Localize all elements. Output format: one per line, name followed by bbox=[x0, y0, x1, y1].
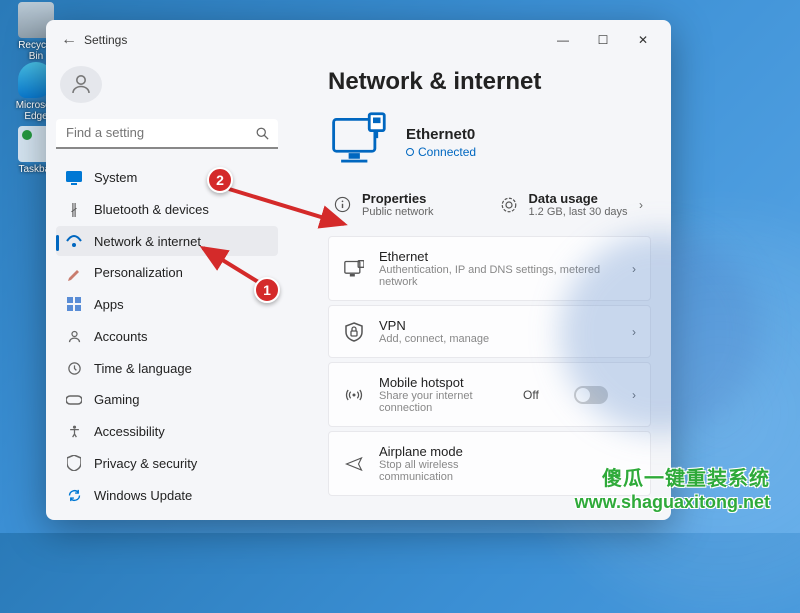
properties-sub: Public network bbox=[362, 206, 481, 218]
sidebar-item-privacy[interactable]: Privacy & security bbox=[56, 449, 278, 479]
close-button[interactable]: ✕ bbox=[623, 33, 663, 47]
person-icon bbox=[69, 72, 93, 96]
search-input[interactable] bbox=[56, 119, 278, 149]
privacy-icon bbox=[66, 455, 82, 471]
sidebar-item-update[interactable]: Windows Update bbox=[56, 480, 278, 510]
sidebar-item-label: Personalization bbox=[94, 265, 183, 280]
card-title: Mobile hotspot bbox=[379, 375, 509, 390]
sidebar-item-accessibility[interactable]: Accessibility bbox=[56, 417, 278, 447]
watermark-text-2: www.shaguaxitong.net bbox=[575, 492, 770, 513]
properties-title: Properties bbox=[362, 191, 481, 206]
sidebar-item-label: System bbox=[94, 170, 137, 185]
connection-name: Ethernet0 bbox=[406, 126, 476, 143]
titlebar: ← Settings — ☐ ✕ bbox=[46, 20, 671, 60]
maximize-button[interactable]: ☐ bbox=[583, 33, 623, 47]
search-icon bbox=[255, 126, 270, 146]
chevron-right-icon: › bbox=[639, 198, 647, 212]
annotation-badge-1: 1 bbox=[254, 277, 280, 303]
chevron-right-icon: › bbox=[632, 325, 636, 339]
card-ethernet[interactable]: Ethernet Authentication, IP and DNS sett… bbox=[328, 236, 651, 301]
sidebar-item-label: Network & internet bbox=[94, 234, 201, 249]
apps-icon bbox=[66, 297, 82, 313]
sidebar-item-label: Accessibility bbox=[94, 424, 165, 439]
update-icon bbox=[66, 487, 82, 503]
back-button[interactable]: ← bbox=[54, 31, 84, 49]
network-icon bbox=[66, 233, 82, 249]
sidebar-item-label: Accounts bbox=[94, 329, 147, 344]
accessibility-icon bbox=[66, 424, 82, 440]
usage-sub: 1.2 GB, last 30 days bbox=[529, 206, 630, 218]
connection-status: Connected bbox=[406, 145, 476, 159]
bluetooth-icon: ∦ bbox=[66, 201, 82, 217]
data-usage-icon bbox=[499, 196, 519, 214]
hotspot-icon bbox=[343, 386, 365, 404]
card-title: VPN bbox=[379, 318, 618, 333]
chevron-right-icon: › bbox=[632, 262, 636, 276]
sidebar-item-label: Apps bbox=[94, 297, 124, 312]
sidebar-item-label: Privacy & security bbox=[94, 456, 197, 471]
annotation-arrow-2 bbox=[224, 179, 364, 239]
card-title: Ethernet bbox=[379, 249, 618, 264]
sidebar-item-gaming[interactable]: Gaming bbox=[56, 385, 278, 415]
sidebar-item-time[interactable]: Time & language bbox=[56, 353, 278, 383]
card-sub: Stop all wireless communication bbox=[379, 459, 509, 483]
sidebar-item-label: Windows Update bbox=[94, 488, 192, 503]
usage-title: Data usage bbox=[529, 191, 630, 206]
avatar[interactable] bbox=[60, 66, 102, 103]
sidebar-item-label: Bluetooth & devices bbox=[94, 202, 209, 217]
vpn-icon bbox=[343, 322, 365, 342]
card-title: Airplane mode bbox=[379, 444, 509, 459]
window-title: Settings bbox=[84, 33, 127, 47]
connection-card: Ethernet0 Connected bbox=[328, 110, 651, 175]
card-vpn[interactable]: VPN Add, connect, manage › bbox=[328, 305, 651, 358]
time-icon bbox=[66, 360, 82, 376]
sidebar-item-label: Time & language bbox=[94, 361, 192, 376]
card-sub: Add, connect, manage bbox=[379, 333, 618, 345]
hotspot-toggle[interactable] bbox=[574, 386, 608, 404]
personalization-icon bbox=[66, 265, 82, 281]
ethernet-monitor-icon bbox=[328, 110, 388, 175]
card-sub: Authentication, IP and DNS settings, met… bbox=[379, 264, 618, 288]
status-dot-icon bbox=[406, 148, 414, 156]
minimize-button[interactable]: — bbox=[543, 33, 583, 47]
accounts-icon bbox=[66, 328, 82, 344]
chevron-right-icon: › bbox=[632, 388, 636, 402]
gaming-icon bbox=[66, 392, 82, 408]
toggle-state-label: Off bbox=[523, 388, 539, 402]
card-hotspot[interactable]: Mobile hotspot Share your internet conne… bbox=[328, 362, 651, 427]
sidebar-item-label: Gaming bbox=[94, 392, 140, 407]
airplane-icon bbox=[343, 455, 365, 473]
search-box[interactable] bbox=[56, 119, 278, 149]
settings-window: ← Settings — ☐ ✕ System ∦ Bluetooth & de… bbox=[46, 20, 671, 520]
watermark-text-1: 傻瓜一键重装系统 bbox=[602, 462, 770, 491]
card-sub: Share your internet connection bbox=[379, 390, 509, 414]
data-usage-tile[interactable]: Data usage 1.2 GB, last 30 days › bbox=[495, 185, 652, 224]
annotation-badge-2: 2 bbox=[207, 167, 233, 193]
page-title: Network & internet bbox=[328, 68, 651, 96]
system-icon bbox=[66, 170, 82, 186]
sidebar-item-accounts[interactable]: Accounts bbox=[56, 322, 278, 352]
